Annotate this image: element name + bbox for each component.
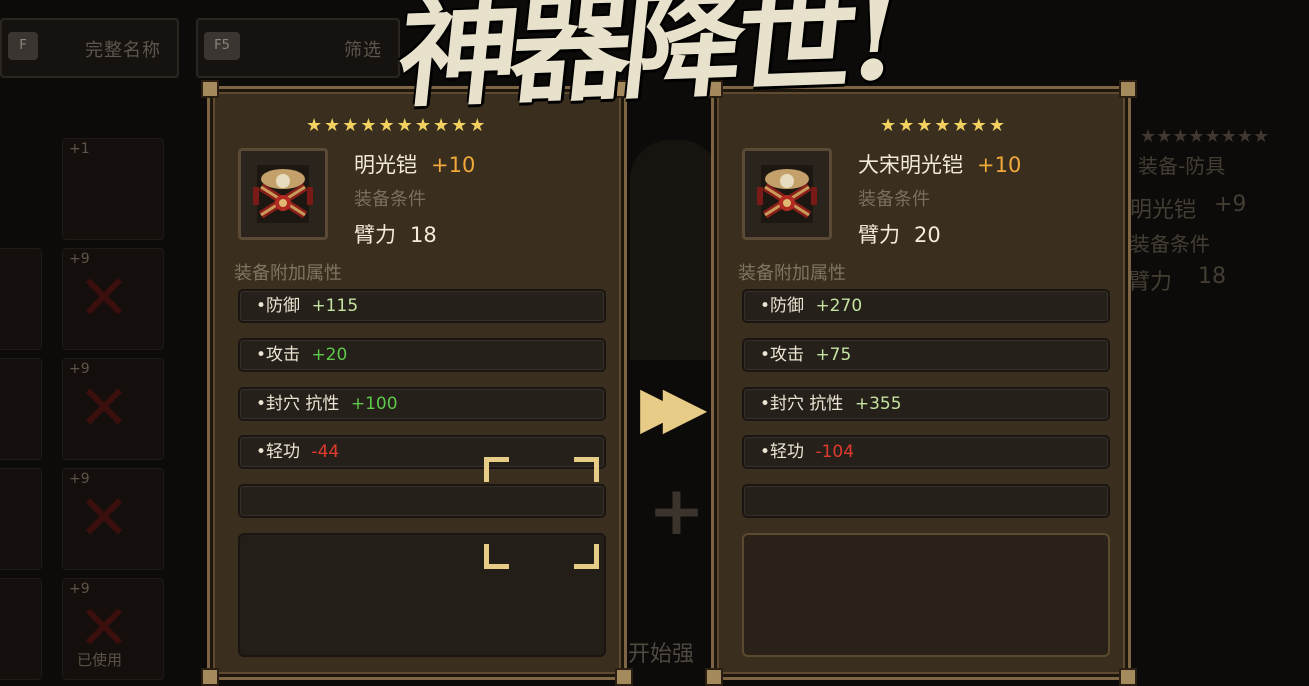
weapon-icon: ✕ <box>78 371 130 444</box>
requirement-label: 臂力 <box>858 223 900 247</box>
upgraded-item-card: ★★★★★★★ 大宋明光铠 +10 装备条件 臂力 20 装备附加属性 •防御 +2… <box>705 80 1137 686</box>
f5-keycap: F5 <box>204 32 240 60</box>
f-keycap: F <box>8 32 38 60</box>
bg-item-req: 臂力 <box>1128 270 1173 295</box>
attribute-value: -44 <box>311 442 340 462</box>
item-name-text: 大宋明光铠 <box>858 153 963 177</box>
title-banner: 神器降世! <box>391 0 902 125</box>
attribute-label: •轻功 <box>256 442 301 462</box>
attribute-value: +115 <box>311 296 359 316</box>
equip-condition-label: 装备条件 <box>858 189 930 210</box>
attribute-label: •攻击 <box>760 345 805 365</box>
requirement: 臂力 20 <box>858 219 941 249</box>
name-toggle-button[interactable]: F 完整名称 <box>0 18 179 78</box>
inventory-slot[interactable]: +9 ✕ <box>62 248 164 350</box>
item-level: +10 <box>431 153 476 177</box>
character-portrait <box>630 140 720 360</box>
requirement-label: 臂力 <box>354 223 396 247</box>
item-level: +10 <box>977 153 1022 177</box>
armor-icon[interactable] <box>742 148 832 240</box>
attribute-label: •防御 <box>760 296 805 316</box>
attribute-label: •攻击 <box>256 345 301 365</box>
bg-item-name: 明光铠 <box>1130 198 1197 223</box>
attribute-value: -104 <box>815 442 855 462</box>
weapon-icon: ✕ <box>0 267 8 329</box>
card-corner <box>1119 80 1137 98</box>
current-item-card: ★★★★★★★★★★ 明光铠 +10 装备条件 臂力 18 装备附加属性 •防御 +… <box>201 80 633 686</box>
inventory-slot[interactable]: +1 <box>62 138 164 240</box>
start-enhance-button[interactable]: 开始强 <box>628 636 694 668</box>
inventory-slot[interactable]: ✕ <box>0 358 42 460</box>
selection-bracket <box>574 457 599 482</box>
item-name: 大宋明光铠 +10 <box>858 149 1021 179</box>
attribute-value: +355 <box>854 394 902 414</box>
star-rating: ★★★★★★★ <box>880 115 1007 136</box>
card-corner <box>201 80 219 98</box>
bg-item-level: +9 <box>1214 192 1247 217</box>
item-name-text: 明光铠 <box>354 153 417 177</box>
weapon-icon: ✕ <box>0 487 8 549</box>
attribute-row-seal-resist: •封穴 抗性 +100 <box>238 387 606 421</box>
bg-stars: ★★★★★★★★ <box>1140 126 1270 147</box>
bg-item-type: 装备-防具 <box>1138 154 1226 178</box>
weapon-icon: ✕ <box>78 481 130 554</box>
bg-item-req-value: 18 <box>1198 264 1226 289</box>
inventory-slot[interactable]: +9 ✕ <box>62 468 164 570</box>
weapon-icon: ✕ <box>78 261 130 334</box>
attribute-row-empty <box>742 484 1110 518</box>
attribute-row-empty <box>238 484 606 518</box>
equip-condition-label: 装备条件 <box>354 189 426 210</box>
inventory-slot[interactable]: ✕ <box>0 578 42 680</box>
attribute-row-agility: •轻功 -44 <box>238 435 606 469</box>
socket-area[interactable] <box>238 533 606 657</box>
attribute-row-seal-resist: •封穴 抗性 +355 <box>742 387 1110 421</box>
requirement: 臂力 18 <box>354 219 437 249</box>
attribute-value: +100 <box>350 394 398 414</box>
card-corner <box>1119 668 1137 686</box>
attribute-value: +20 <box>311 345 348 365</box>
used-label: 已使用 <box>77 651 123 669</box>
inventory-slot[interactable]: +9 ✕ 已使用 <box>62 578 164 680</box>
card-corner <box>201 668 219 686</box>
selection-bracket <box>484 544 509 569</box>
socket-area[interactable] <box>742 533 1110 657</box>
bonus-attributes-heading: 装备附加属性 <box>738 263 846 284</box>
weapon-icon: ✕ <box>0 597 8 659</box>
attribute-value: +270 <box>815 296 863 316</box>
attribute-row-agility: •轻功 -104 <box>742 435 1110 469</box>
weapon-icon: ✕ <box>0 377 8 439</box>
attribute-label: •封穴 抗性 <box>256 394 340 414</box>
slot-level: +1 <box>69 141 90 157</box>
name-toggle-label: 完整名称 <box>85 40 161 61</box>
attribute-row-defense: •防御 +115 <box>238 289 606 323</box>
inventory-slot[interactable]: ✕ <box>0 468 42 570</box>
inventory-slot[interactable]: +9 ✕ <box>62 358 164 460</box>
requirement-value: 18 <box>410 223 437 247</box>
selection-bracket <box>574 544 599 569</box>
filter-button[interactable]: F5 筛选 <box>196 18 400 78</box>
bg-item-condition: 装备条件 <box>1130 232 1210 256</box>
filter-label: 筛选 <box>344 40 382 61</box>
armor-icon[interactable] <box>238 148 328 240</box>
inventory-slot[interactable]: ✕ <box>0 248 42 350</box>
attribute-value: +75 <box>815 345 852 365</box>
selection-bracket <box>484 457 509 482</box>
attribute-label: •防御 <box>256 296 301 316</box>
attribute-row-attack: •攻击 +75 <box>742 338 1110 372</box>
attribute-row-defense: •防御 +270 <box>742 289 1110 323</box>
attribute-row-attack: •攻击 +20 <box>238 338 606 372</box>
card-corner <box>615 668 633 686</box>
bonus-attributes-heading: 装备附加属性 <box>234 263 342 284</box>
card-corner <box>705 668 723 686</box>
plus-icon: + <box>648 472 705 551</box>
attribute-label: •轻功 <box>760 442 805 462</box>
item-name: 明光铠 +10 <box>354 149 475 179</box>
upgrade-arrow-icon: ▶▶ <box>640 373 707 441</box>
attribute-label: •封穴 抗性 <box>760 394 844 414</box>
requirement-value: 20 <box>914 223 941 247</box>
